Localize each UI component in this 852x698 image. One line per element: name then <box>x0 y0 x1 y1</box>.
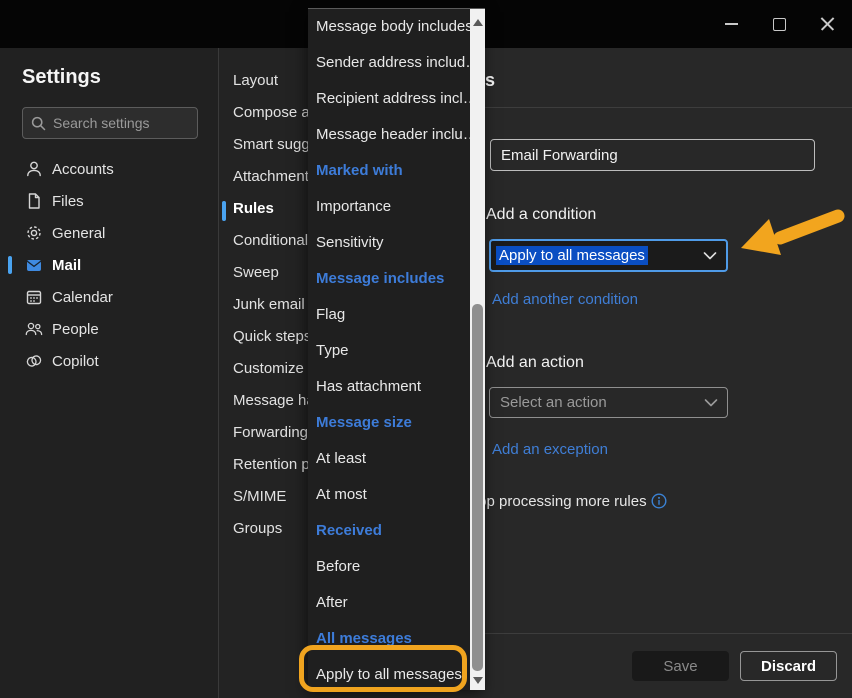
sidebar-item-people[interactable]: People <box>0 313 218 345</box>
rule-name-input[interactable] <box>490 139 815 171</box>
category-smime[interactable]: S/MIME <box>233 488 286 510</box>
sidebar-item-mail[interactable]: Mail <box>0 249 218 281</box>
category-rules[interactable]: Rules <box>233 200 274 222</box>
menu-item-after[interactable]: After <box>308 585 470 621</box>
search-input[interactable] <box>53 115 183 131</box>
category-forwarding[interactable]: Forwarding <box>233 424 308 446</box>
action-label: Add an action <box>486 354 584 372</box>
menu-item-before[interactable]: Before <box>308 549 470 585</box>
menu-header-marked-with: Marked with <box>308 153 470 189</box>
action-placeholder: Select an action <box>500 394 607 411</box>
category-junk-email[interactable]: Junk email <box>233 296 305 318</box>
menu-header-message-includes: Message includes <box>308 261 470 297</box>
sidebar-item-label: Calendar <box>52 289 113 306</box>
category-attachments[interactable]: Attachments <box>233 168 316 190</box>
sidebar-item-calendar[interactable]: Calendar <box>0 281 218 313</box>
menu-item-has-attachment[interactable]: Has attachment <box>308 369 470 405</box>
scrollbar-thumb[interactable] <box>472 304 483 671</box>
menu-item-message-body-includes[interactable]: Message body includes <box>308 9 470 45</box>
minimize-button[interactable] <box>715 9 747 39</box>
discard-button[interactable]: Discard <box>740 651 837 681</box>
menu-item-recipient-address-includes[interactable]: Recipient address incl… <box>308 81 470 117</box>
sidebar-item-label: Files <box>52 193 84 210</box>
selected-indicator <box>8 256 12 274</box>
search-icon <box>31 116 46 131</box>
condition-selected-value: Apply to all messages <box>496 246 648 265</box>
condition-label: Add a condition <box>486 206 596 224</box>
category-groups[interactable]: Groups <box>233 520 282 542</box>
menu-item-type[interactable]: Type <box>308 333 470 369</box>
save-button[interactable]: Save <box>632 651 729 681</box>
people-icon <box>24 319 44 339</box>
category-sweep[interactable]: Sweep <box>233 264 279 286</box>
settings-search[interactable] <box>22 107 198 139</box>
info-icon[interactable] <box>651 493 667 509</box>
sidebar-divider <box>218 48 219 698</box>
menu-scrollbar[interactable] <box>470 9 485 690</box>
file-icon <box>24 191 44 211</box>
sidebar-item-label: Mail <box>52 257 81 274</box>
copilot-icon <box>24 351 44 371</box>
menu-header-message-size: Message size <box>308 405 470 441</box>
menu-item-at-least[interactable]: At least <box>308 441 470 477</box>
sidebar-item-label: General <box>52 225 105 242</box>
arrow-annotation <box>735 198 852 270</box>
sidebar-item-copilot[interactable]: Copilot <box>0 345 218 377</box>
category-quick-steps[interactable]: Quick steps <box>233 328 311 350</box>
calendar-icon <box>24 287 44 307</box>
close-icon <box>820 17 835 32</box>
person-icon <box>24 159 44 179</box>
scroll-down-icon[interactable] <box>473 677 483 684</box>
minimize-icon <box>725 23 738 25</box>
chevron-down-icon <box>704 398 718 407</box>
sidebar-item-accounts[interactable]: Accounts <box>0 153 218 185</box>
menu-item-sender-address-includes[interactable]: Sender address includ… <box>308 45 470 81</box>
page-title: Settings <box>22 66 101 89</box>
mail-icon <box>24 255 44 275</box>
category-layout[interactable]: Layout <box>233 72 278 94</box>
stop-processing-label: Stop processing more rules <box>464 493 647 510</box>
menu-header-received: Received <box>308 513 470 549</box>
maximize-button[interactable] <box>763 9 795 39</box>
sidebar-item-general[interactable]: General <box>0 217 218 249</box>
add-another-condition-link[interactable]: Add another condition <box>492 291 638 308</box>
close-button[interactable] <box>811 9 843 39</box>
menu-item-at-most[interactable]: At most <box>308 477 470 513</box>
gear-icon <box>24 223 44 243</box>
highlight-box-annotation <box>299 645 467 692</box>
menu-item-sensitivity[interactable]: Sensitivity <box>308 225 470 261</box>
sidebar-item-label: Copilot <box>52 353 99 370</box>
sidebar-item-files[interactable]: Files <box>0 185 218 217</box>
condition-options-menu: Message body includes Sender address inc… <box>308 8 485 690</box>
selected-indicator <box>222 201 226 221</box>
add-exception-link[interactable]: Add an exception <box>492 441 608 458</box>
menu-item-importance[interactable]: Importance <box>308 189 470 225</box>
sidebar-item-label: People <box>52 321 99 338</box>
menu-item-flag[interactable]: Flag <box>308 297 470 333</box>
maximize-icon <box>773 18 786 31</box>
condition-dropdown[interactable]: Apply to all messages <box>489 239 728 272</box>
action-dropdown[interactable]: Select an action <box>489 387 728 418</box>
chevron-down-icon <box>703 251 717 260</box>
menu-item-message-header-includes[interactable]: Message header inclu… <box>308 117 470 153</box>
scroll-up-icon[interactable] <box>473 19 483 26</box>
sidebar-item-label: Accounts <box>52 161 114 178</box>
